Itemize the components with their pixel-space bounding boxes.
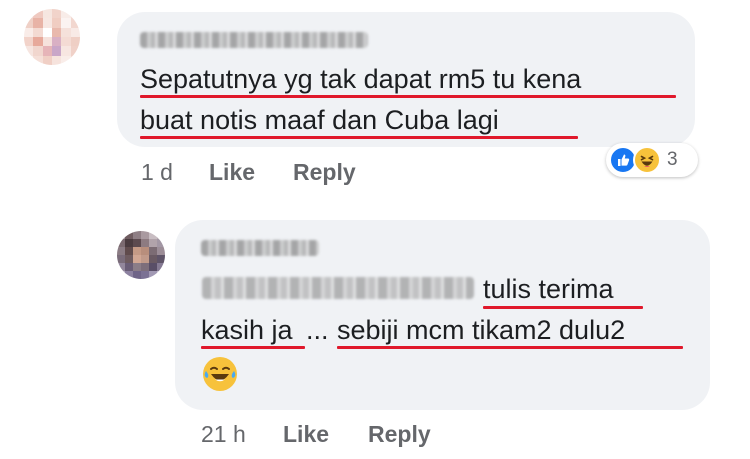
reply-button[interactable]: Reply	[368, 421, 431, 448]
red-underline-annotation	[483, 306, 643, 309]
red-underline-annotation	[140, 136, 578, 139]
avatar-pixelated-image	[117, 231, 165, 279]
avatar-pixelated-image	[24, 9, 80, 65]
reply-author-name-blurred[interactable]	[201, 240, 319, 256]
comment-text-line: buat notis maaf dan Cuba lagi	[140, 105, 499, 135]
like-button[interactable]: Like	[209, 159, 255, 186]
reactions-summary[interactable]: 3	[606, 143, 698, 177]
comment-timestamp[interactable]: 1 d	[141, 159, 173, 186]
reply-text-segment: kasih ja	[201, 315, 293, 345]
laughing-tears-emoji-icon	[203, 357, 237, 391]
reply-text-line: tulis terima	[483, 274, 614, 304]
red-underline-annotation	[201, 346, 305, 349]
reply-text-segment: sebiji mcm tikam2 dulu2	[337, 315, 626, 345]
tagged-name-blurred[interactable]	[202, 277, 474, 299]
reaction-count: 3	[667, 149, 678, 170]
reply-text-segment: ...	[306, 315, 329, 345]
red-underline-annotation	[140, 95, 676, 98]
haha-icon	[633, 146, 661, 174]
red-underline-annotation	[337, 346, 683, 349]
reply-timestamp[interactable]: 21 h	[201, 421, 246, 448]
like-button[interactable]: Like	[283, 421, 329, 448]
replier-avatar[interactable]	[117, 231, 165, 279]
comment-author-name-blurred[interactable]	[140, 32, 368, 48]
reply-button[interactable]: Reply	[293, 159, 356, 186]
commenter-avatar[interactable]	[24, 9, 80, 65]
comment-text-line: Sepatutnya yg tak dapat rm5 tu kena	[140, 64, 582, 94]
